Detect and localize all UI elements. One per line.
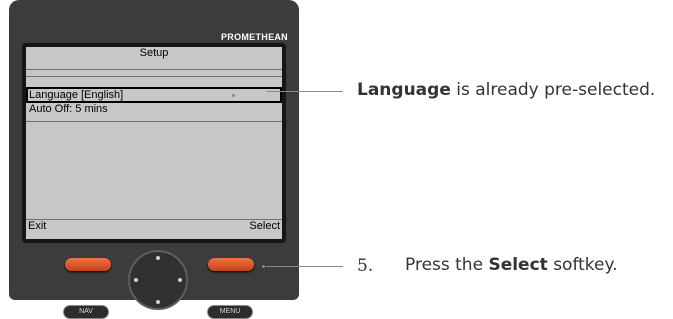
lcd-screen: Setup Language [English] Auto Off: 5 min… (26, 47, 282, 239)
nav-down-dot (156, 300, 160, 304)
leader-line-select (266, 266, 343, 267)
nav-button[interactable]: NAV (63, 305, 109, 319)
softkey-marker-dot (262, 265, 265, 268)
menu-item-auto-off[interactable]: Auto Off: 5 mins (26, 103, 282, 119)
menu-item-label: Language [English] (29, 89, 124, 101)
screen-title: Setup (26, 47, 282, 70)
nav-up-dot (156, 256, 160, 260)
device-body: PROMETHEAN Setup Language [English] Auto… (9, 0, 299, 310)
divider (26, 76, 282, 77)
annotation-bold: Language (357, 80, 451, 100)
menu-item-language[interactable]: Language [English] (26, 87, 282, 103)
menu-item-label: Auto Off: 5 mins (29, 103, 108, 115)
divider (26, 121, 282, 122)
left-softkey-button[interactable] (65, 258, 111, 271)
softkey-label-exit: Exit (28, 220, 47, 232)
softkey-label-select: Select (249, 220, 280, 232)
annotation-language: Language is already pre-selected. (357, 80, 655, 100)
annotation-bold: Select (488, 255, 548, 275)
leader-line-language (266, 91, 343, 92)
navigation-pad[interactable] (128, 250, 188, 310)
annotation-step-5: Press the Select softkey. (405, 255, 618, 275)
step-number: 5. (357, 256, 374, 276)
menu-button[interactable]: MENU (207, 305, 253, 319)
softkey-label-row: Exit Select (26, 219, 282, 239)
clicker-device: PROMETHEAN Setup Language [English] Auto… (9, 0, 299, 319)
nav-right-dot (178, 278, 182, 282)
brand-logo: PROMETHEAN (220, 32, 288, 42)
right-softkey-button[interactable] (208, 258, 254, 271)
screen-bezel: Setup Language [English] Auto Off: 5 min… (22, 43, 286, 243)
nav-left-dot (134, 278, 138, 282)
annotation-text: is already pre-selected. (450, 80, 656, 100)
annotation-text: softkey. (547, 255, 618, 275)
annotation-text: Press the (405, 255, 489, 275)
selection-dot (232, 94, 235, 97)
